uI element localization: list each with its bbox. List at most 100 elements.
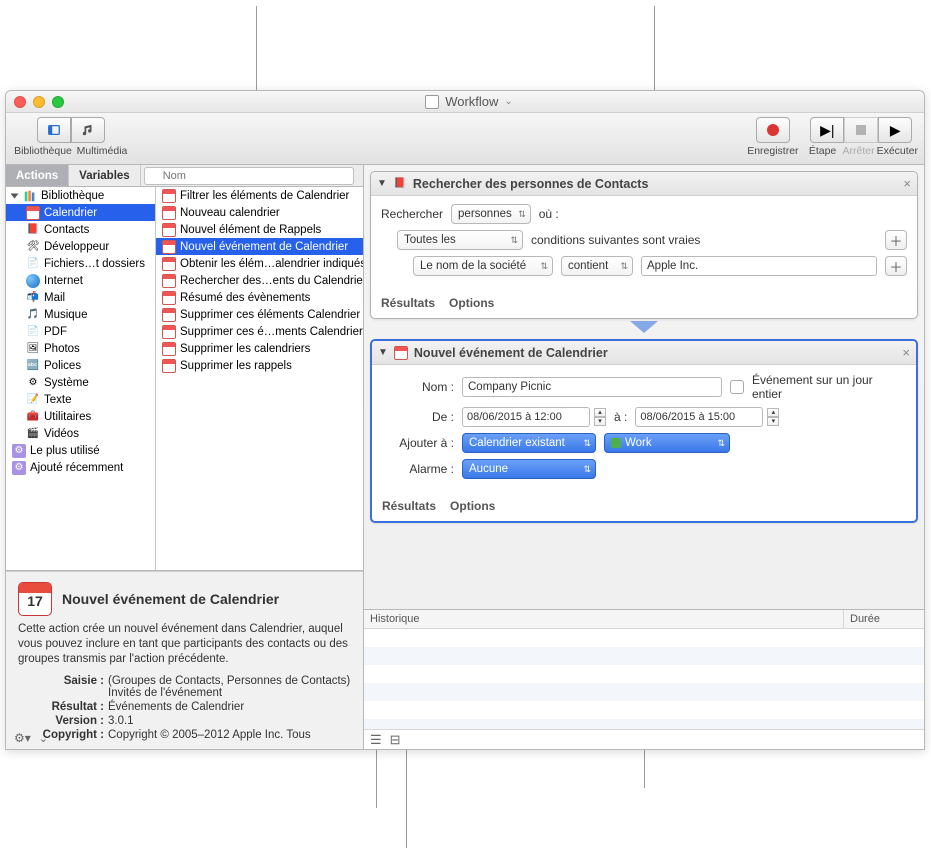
log-col-duration[interactable]: Durée bbox=[844, 610, 924, 628]
calendar-icon bbox=[162, 189, 176, 203]
category-music[interactable]: 🎵Musique bbox=[6, 306, 155, 323]
results-button[interactable]: Résultats bbox=[381, 296, 435, 310]
step-button[interactable]: ▶| bbox=[810, 117, 844, 143]
addto-label: Ajouter à : bbox=[382, 436, 454, 450]
action-find-contacts[interactable]: ▼ 📕 Rechercher des personnes de Contacts… bbox=[370, 171, 918, 319]
developer-icon: 🛠 bbox=[26, 240, 40, 254]
operator-select[interactable]: contient⇅ bbox=[561, 256, 633, 276]
find-label: Rechercher bbox=[381, 207, 443, 221]
contacts-icon: 📕 bbox=[26, 223, 40, 237]
chevron-down-icon[interactable]: ⌄ bbox=[504, 96, 512, 107]
value-input[interactable]: Apple Inc. bbox=[641, 256, 877, 276]
action-new-calendar-event[interactable]: ▼ Nouvel événement de Calendrier × Nom :… bbox=[370, 339, 918, 523]
event-name-input[interactable]: Company Picnic bbox=[462, 377, 722, 397]
action-item[interactable]: Résumé des évènements bbox=[156, 289, 363, 306]
action-item[interactable]: Nouvel événement de Calendrier bbox=[156, 238, 363, 255]
action-item[interactable]: Nouvel élément de Rappels bbox=[156, 221, 363, 238]
category-mail[interactable]: 📬Mail bbox=[6, 289, 155, 306]
to-stepper[interactable]: ▴▾ bbox=[767, 408, 779, 426]
music-icon bbox=[81, 123, 95, 137]
stop-button[interactable] bbox=[844, 117, 878, 143]
video-icon: 🎬 bbox=[26, 427, 40, 441]
field-select[interactable]: Le nom de la société⇅ bbox=[413, 256, 553, 276]
disclosure-triangle-icon[interactable]: ▼ bbox=[377, 178, 387, 189]
close-icon[interactable]: × bbox=[903, 176, 911, 191]
find-type-select[interactable]: personnes⇅ bbox=[451, 204, 531, 224]
library-toggle-button[interactable] bbox=[37, 117, 71, 143]
run-button[interactable]: ▶ bbox=[878, 117, 912, 143]
category-calendar[interactable]: Calendrier bbox=[6, 204, 155, 221]
log-view-list-icon[interactable]: ☰ bbox=[370, 732, 382, 748]
window-controls bbox=[14, 96, 64, 108]
category-files[interactable]: 📄Fichiers…t dossiers bbox=[6, 255, 155, 272]
from-date-input[interactable]: 08/06/2015 à 12:00 bbox=[462, 407, 590, 427]
chevron-updown-icon: ⇅ bbox=[583, 464, 591, 475]
category-pdf[interactable]: 📄PDF bbox=[6, 323, 155, 340]
alarm-select[interactable]: Aucune⇅ bbox=[462, 459, 596, 479]
smart-most-used[interactable]: ⚙Le plus utilisé bbox=[6, 442, 155, 459]
action-item[interactable]: Supprimer ces éléments Calendrier bbox=[156, 306, 363, 323]
log-view-detail-icon[interactable]: ⊟ bbox=[390, 732, 401, 748]
action-item[interactable]: Supprimer les rappels bbox=[156, 357, 363, 374]
collapse-icon[interactable]: ⌄ bbox=[39, 732, 48, 745]
addto-select[interactable]: Calendrier existant⇅ bbox=[462, 433, 596, 453]
minimize-window-button[interactable] bbox=[33, 96, 45, 108]
action-item[interactable]: Supprimer les calendriers bbox=[156, 340, 363, 357]
log-col-history[interactable]: Historique bbox=[364, 610, 844, 628]
workflow-doc-icon bbox=[425, 95, 439, 109]
calendar-icon bbox=[162, 359, 176, 373]
sidebar: Actions Variables 🔍 Bibliothèque Calendr… bbox=[6, 165, 364, 749]
add-condition-button[interactable]: ＋ bbox=[885, 230, 907, 250]
category-videos[interactable]: 🎬Vidéos bbox=[6, 425, 155, 442]
tab-actions[interactable]: Actions bbox=[6, 165, 69, 186]
library-category-list[interactable]: Bibliothèque Calendrier 📕Contacts 🛠Dével… bbox=[6, 187, 156, 570]
category-developer[interactable]: 🛠Développeur bbox=[6, 238, 155, 255]
tab-variables[interactable]: Variables bbox=[69, 165, 141, 186]
allday-checkbox[interactable] bbox=[730, 380, 744, 394]
zoom-window-button[interactable] bbox=[52, 96, 64, 108]
options-button[interactable]: Options bbox=[450, 499, 495, 513]
category-system[interactable]: ⚙Système bbox=[6, 374, 155, 391]
actions-list[interactable]: Filtrer les éléments de CalendrierNouvea… bbox=[156, 187, 363, 570]
search-input[interactable] bbox=[144, 167, 354, 185]
disclosure-triangle-icon[interactable] bbox=[11, 193, 19, 198]
workflow-canvas[interactable]: ▼ 📕 Rechercher des personnes de Contacts… bbox=[364, 165, 924, 609]
callout-line bbox=[644, 748, 645, 788]
action-item[interactable]: Obtenir les élém…alendrier indiqués bbox=[156, 255, 363, 272]
smart-recent[interactable]: ⚙Ajouté récemment bbox=[6, 459, 155, 476]
add-row-button[interactable]: ＋ bbox=[885, 256, 907, 276]
action-item[interactable]: Nouveau calendrier bbox=[156, 204, 363, 221]
to-date-input[interactable]: 08/06/2015 à 15:00 bbox=[635, 407, 763, 427]
disclosure-triangle-icon[interactable]: ▼ bbox=[378, 347, 388, 358]
action-item[interactable]: Filtrer les éléments de Calendrier bbox=[156, 187, 363, 204]
action-title: Nouvel événement de Calendrier bbox=[414, 346, 608, 360]
globe-icon bbox=[26, 274, 40, 288]
library-root[interactable]: Bibliothèque bbox=[6, 187, 155, 204]
calendar-select[interactable]: Work⇅ bbox=[604, 433, 730, 453]
media-toggle-button[interactable] bbox=[71, 117, 105, 143]
alarm-label: Alarme : bbox=[382, 462, 454, 476]
log-rows[interactable] bbox=[364, 629, 924, 729]
chevron-updown-icon: ⇅ bbox=[620, 261, 628, 272]
action-item[interactable]: Supprimer ces é…ments Calendrier bbox=[156, 323, 363, 340]
scope-select[interactable]: Toutes les⇅ bbox=[397, 230, 523, 250]
close-icon[interactable]: × bbox=[902, 345, 910, 360]
options-button[interactable]: Options bbox=[449, 296, 494, 310]
calendar-icon bbox=[162, 257, 176, 271]
category-text[interactable]: 📝Texte bbox=[6, 391, 155, 408]
record-button[interactable] bbox=[756, 117, 790, 143]
calendar-icon bbox=[162, 240, 176, 254]
record-icon bbox=[767, 124, 779, 136]
results-button[interactable]: Résultats bbox=[382, 499, 436, 513]
category-fonts[interactable]: 🔤Polices bbox=[6, 357, 155, 374]
close-window-button[interactable] bbox=[14, 96, 26, 108]
where-label: où : bbox=[539, 207, 559, 221]
category-utilities[interactable]: 🧰Utilitaires bbox=[6, 408, 155, 425]
calendar-icon bbox=[162, 223, 176, 237]
category-contacts[interactable]: 📕Contacts bbox=[6, 221, 155, 238]
category-internet[interactable]: Internet bbox=[6, 272, 155, 289]
from-stepper[interactable]: ▴▾ bbox=[594, 408, 606, 426]
category-photos[interactable]: 🖼Photos bbox=[6, 340, 155, 357]
gear-icon[interactable]: ⚙▾ bbox=[14, 731, 31, 745]
action-item[interactable]: Rechercher des…ents du Calendrier bbox=[156, 272, 363, 289]
